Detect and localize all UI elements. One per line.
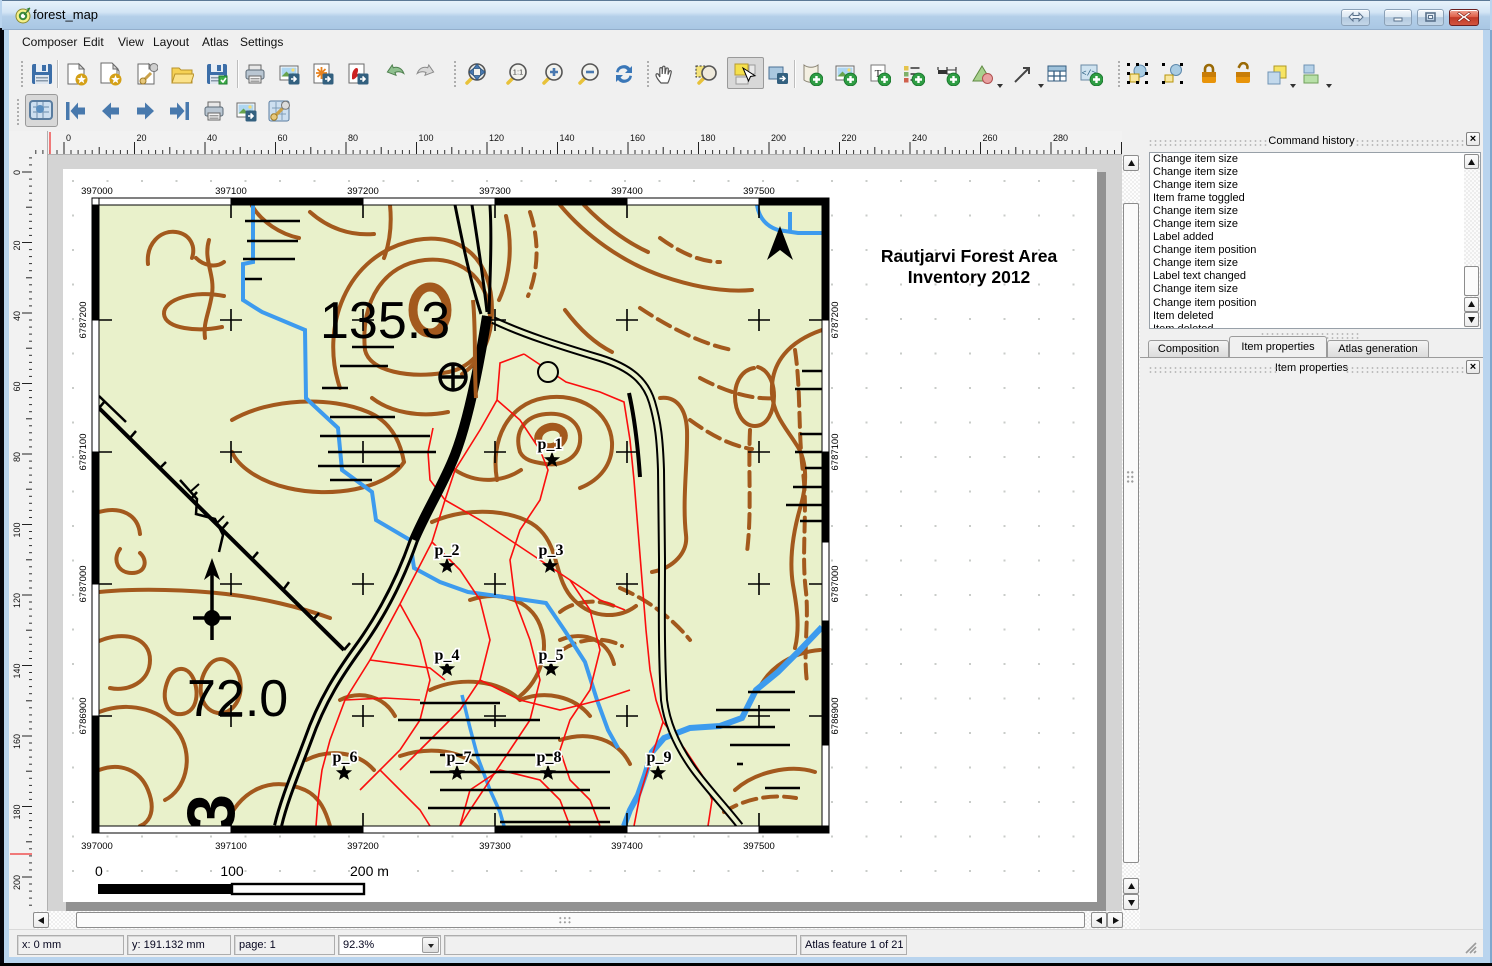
svg-text:397400: 397400	[611, 841, 643, 852]
svg-text:80: 80	[12, 452, 22, 462]
svg-text:6786900: 6786900	[78, 698, 89, 735]
svg-text:397000: 397000	[81, 186, 113, 197]
svg-text:160: 160	[12, 734, 22, 749]
svg-text:6787000: 6787000	[78, 566, 89, 603]
svg-text:397100: 397100	[215, 186, 247, 197]
svg-text:397300: 397300	[479, 186, 511, 197]
svg-text:60: 60	[278, 133, 288, 143]
svg-text:135.3: 135.3	[320, 292, 450, 350]
svg-text:200: 200	[771, 133, 786, 143]
svg-text:p_4: p_4	[435, 647, 460, 664]
svg-text:72.0: 72.0	[187, 670, 288, 728]
svg-text:220: 220	[842, 133, 857, 143]
svg-text:p_9: p_9	[647, 749, 672, 766]
svg-text:180: 180	[701, 133, 716, 143]
svg-text:p_8: p_8	[537, 749, 562, 766]
svg-text:100: 100	[220, 863, 244, 879]
svg-text:120: 120	[12, 593, 22, 608]
svg-text:397200: 397200	[347, 186, 379, 197]
svg-text:20: 20	[12, 241, 22, 251]
svg-text:p_2: p_2	[435, 542, 460, 559]
svg-text:260: 260	[983, 133, 998, 143]
svg-text:397400: 397400	[611, 186, 643, 197]
svg-text:6787200: 6787200	[830, 302, 841, 339]
svg-text:100: 100	[419, 133, 434, 143]
svg-text:6787000: 6787000	[830, 566, 841, 603]
svg-text:p_6: p_6	[333, 749, 358, 766]
svg-text:397000: 397000	[81, 841, 113, 852]
svg-text:397200: 397200	[347, 841, 379, 852]
svg-text:p_5: p_5	[539, 647, 564, 664]
svg-text:397500: 397500	[743, 841, 775, 852]
svg-text:6786900: 6786900	[830, 698, 841, 735]
svg-text:40: 40	[207, 133, 217, 143]
svg-text:Inventory 2012: Inventory 2012	[908, 267, 1031, 287]
svg-text:p_7: p_7	[447, 749, 472, 766]
svg-text:140: 140	[560, 133, 575, 143]
svg-text:6787100: 6787100	[78, 434, 89, 471]
svg-text:0: 0	[95, 863, 103, 879]
svg-text:200: 200	[12, 875, 22, 890]
svg-text:p_3: p_3	[539, 542, 564, 559]
svg-text:397500: 397500	[743, 186, 775, 197]
svg-text:60: 60	[12, 382, 22, 392]
svg-text:200 m: 200 m	[350, 863, 389, 879]
svg-text:6787100: 6787100	[830, 434, 841, 471]
svg-text:p_1: p_1	[538, 436, 563, 453]
svg-text:240: 240	[912, 133, 927, 143]
svg-text:0: 0	[66, 133, 71, 143]
svg-text:6787200: 6787200	[78, 302, 89, 339]
svg-text:397100: 397100	[215, 841, 247, 852]
svg-text:40: 40	[12, 311, 22, 321]
svg-text:180: 180	[12, 805, 22, 820]
svg-text:0: 0	[12, 170, 22, 175]
svg-text:160: 160	[630, 133, 645, 143]
svg-text:20: 20	[137, 133, 147, 143]
svg-text:100: 100	[12, 523, 22, 538]
svg-text:80: 80	[348, 133, 358, 143]
svg-text:140: 140	[12, 664, 22, 679]
svg-text:120: 120	[489, 133, 504, 143]
svg-text:280: 280	[1053, 133, 1068, 143]
svg-text:Rautjarvi Forest Area: Rautjarvi Forest Area	[881, 246, 1058, 266]
svg-text:397300: 397300	[479, 841, 511, 852]
